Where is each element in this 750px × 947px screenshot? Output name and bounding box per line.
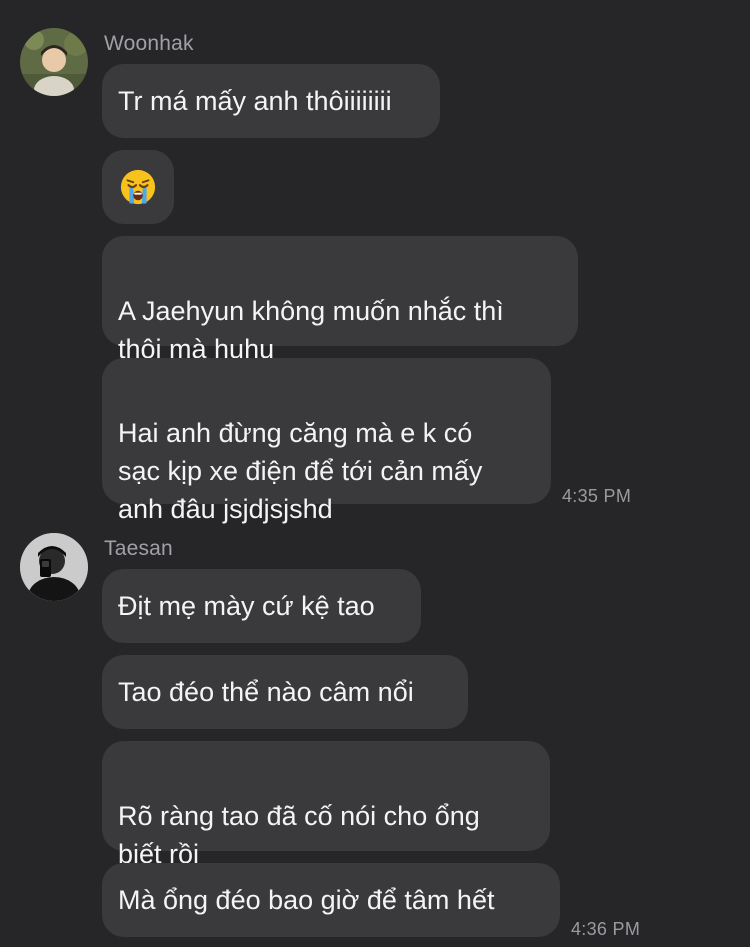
- message-timestamp: 4:35 PM: [562, 486, 632, 506]
- sender-name: Woonhak: [104, 32, 194, 55]
- message-bubble[interactable]: Hai anh đừng căng mà e k có sạc kịp xe đ…: [102, 358, 551, 524]
- sender-name: Taesan: [104, 537, 173, 560]
- message-bubble[interactable]: Tao đéo thể nào câm nổi: [102, 655, 468, 729]
- avatar-woonhak[interactable]: [20, 28, 88, 96]
- message-text: Rõ ràng tao đã cố nói cho ổng biết rồi: [118, 801, 480, 869]
- message-text: Tao đéo thể nào câm nổi: [118, 677, 414, 707]
- message-text: A Jaehyun không muốn nhắc thì thôi mà hu…: [118, 296, 504, 364]
- message-text: Mà ổng đéo bao giờ để tâm hết: [118, 885, 495, 915]
- message-bubble[interactable]: A Jaehyun không muốn nhắc thì thôi mà hu…: [102, 236, 578, 364]
- message-text: Hai anh đừng căng mà e k có sạc kịp xe đ…: [118, 418, 483, 524]
- message-bubble[interactable]: [102, 150, 174, 224]
- message-text: Tr má mấy anh thôiiiiiiii: [118, 86, 392, 116]
- message-bubble[interactable]: Rõ ràng tao đã cố nói cho ổng biết rồi: [102, 741, 550, 869]
- loudly-crying-face-icon: [120, 169, 156, 205]
- message-bubble[interactable]: Địt mẹ mày cứ kệ tao: [102, 569, 421, 643]
- message-bubble[interactable]: Tr má mấy anh thôiiiiiiii: [102, 64, 440, 138]
- message-text: Địt mẹ mày cứ kệ tao: [118, 591, 375, 621]
- message-bubble[interactable]: Mà ổng đéo bao giờ để tâm hết: [102, 863, 560, 937]
- avatar-taesan[interactable]: [20, 533, 88, 601]
- message-timestamp: 4:36 PM: [571, 919, 641, 939]
